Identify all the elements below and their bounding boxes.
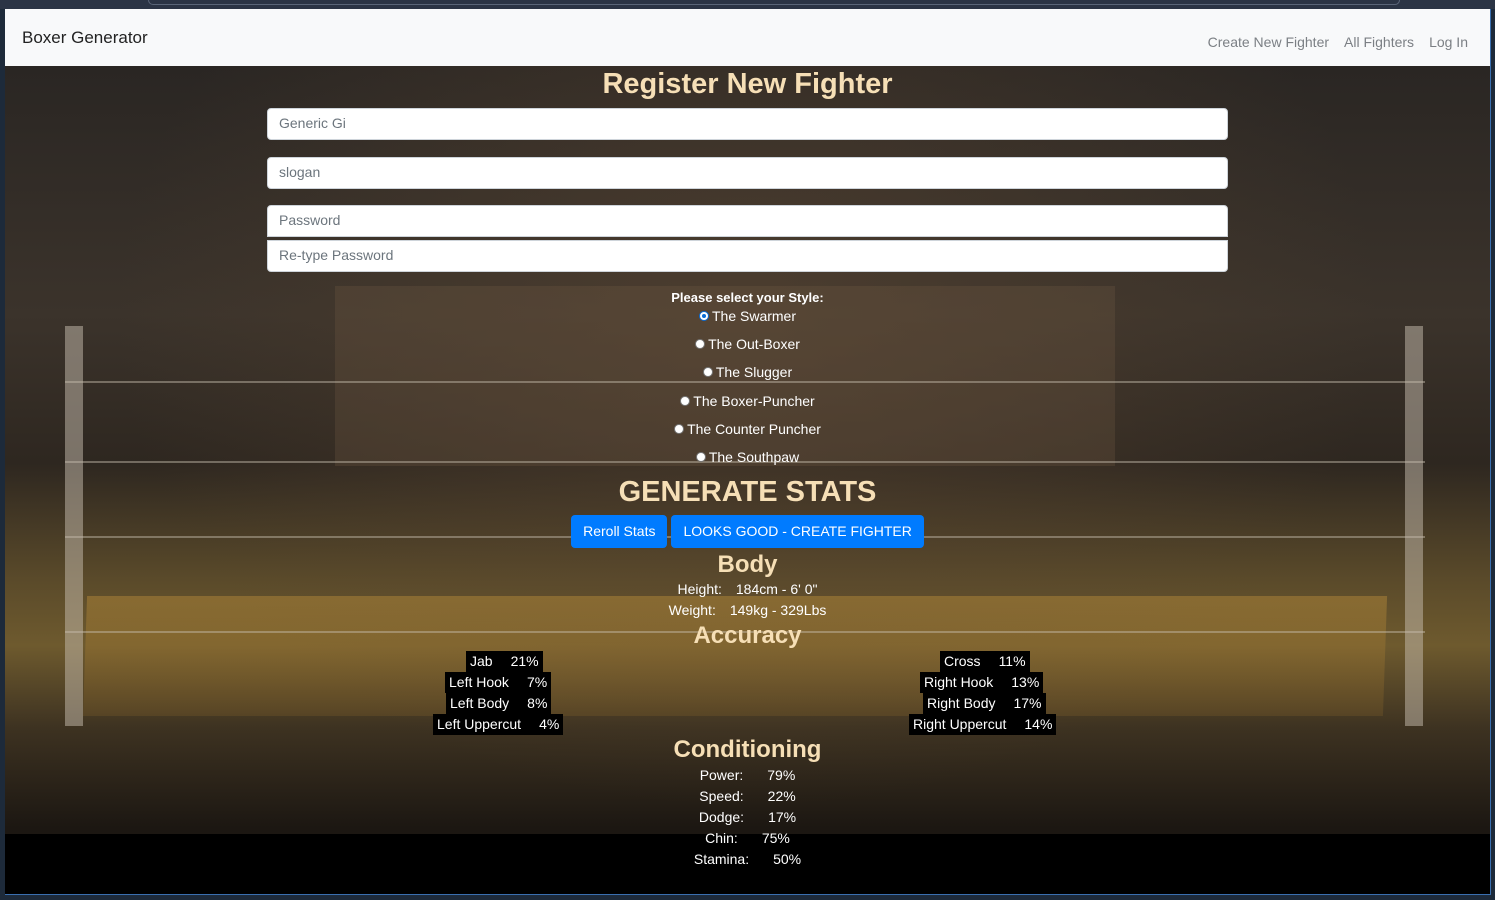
brand-link[interactable]: Boxer Generator	[22, 28, 148, 48]
boxing-ring-background: Register New Fighter Generic Gi slogan P…	[5, 66, 1490, 894]
accuracy-value: 8%	[527, 695, 548, 711]
style-option-slugger[interactable]: The Slugger	[5, 364, 1490, 380]
conditioning-value: 17%	[768, 809, 797, 825]
height-label: Height:	[677, 581, 722, 597]
style-option-swarmer[interactable]: The Swarmer	[5, 308, 1490, 324]
style-option-label: The Southpaw	[708, 449, 800, 465]
conditioning-row: Power: 79%	[5, 767, 1490, 783]
accuracy-title: Accuracy	[693, 622, 802, 649]
navbar: Boxer Generator Create New Fighter All F…	[5, 9, 1490, 66]
reroll-stats-button[interactable]: Reroll Stats	[571, 515, 668, 548]
style-option-counter-puncher[interactable]: The Counter Puncher	[5, 421, 1490, 437]
style-label: Please select your Style:	[671, 290, 824, 305]
conditioning-value: 50%	[773, 851, 802, 867]
height-row: Height: 184cm - 6' 0"	[5, 581, 1490, 597]
style-option-label: The Swarmer	[711, 308, 797, 324]
retype-password-input[interactable]: Re-type Password	[267, 240, 1228, 272]
accuracy-right-row: Cross 11%	[940, 651, 1030, 672]
conditioning-label: Speed:	[699, 788, 744, 804]
password-input[interactable]: Password	[267, 205, 1228, 237]
body-title: Body	[717, 551, 778, 578]
app-window: Boxer Generator Create New Fighter All F…	[5, 9, 1491, 895]
conditioning-row: Chin: 75%	[5, 830, 1490, 846]
nav-create-new-fighter[interactable]: Create New Fighter	[1208, 34, 1329, 50]
address-bar-edge	[148, 0, 1400, 5]
radio-selected-icon[interactable]	[698, 311, 709, 321]
accuracy-label: Cross	[944, 653, 981, 669]
accuracy-label: Left Uppercut	[437, 716, 522, 732]
conditioning-title: Conditioning	[673, 736, 822, 763]
create-fighter-button[interactable]: LOOKS GOOD - CREATE FIGHTER	[671, 515, 924, 548]
weight-label: Weight:	[668, 602, 716, 618]
style-option-label: The Slugger	[715, 364, 793, 380]
accuracy-value: 13%	[1011, 674, 1040, 690]
style-option-label: The Out-Boxer	[708, 336, 800, 352]
accuracy-label: Jab	[470, 653, 493, 669]
accuracy-right-row: Right Hook 13%	[920, 672, 1044, 693]
accuracy-value: 7%	[526, 674, 548, 690]
accuracy-label: Left Body	[450, 695, 510, 711]
accuracy-left-row: Left Hook 7%	[445, 672, 552, 693]
accuracy-label: Right Hook	[924, 674, 994, 690]
accuracy-right-row: Right Uppercut 14%	[909, 714, 1057, 735]
conditioning-row: Speed: 22%	[5, 788, 1490, 804]
radio-icon[interactable]	[680, 396, 691, 406]
accuracy-label: Left Hook	[449, 674, 509, 690]
browser-chrome-top	[0, 0, 1495, 9]
stat-actions: Reroll Stats LOOKS GOOD - CREATE FIGHTER	[5, 515, 1490, 548]
style-option-southpaw[interactable]: The Southpaw	[5, 449, 1490, 465]
radio-icon[interactable]	[695, 452, 706, 462]
style-option-boxer-puncher[interactable]: The Boxer-Puncher	[5, 393, 1490, 409]
accuracy-value: 4%	[539, 716, 560, 732]
accuracy-left-row: Jab 21%	[466, 651, 543, 672]
accuracy-value: 17%	[1013, 695, 1042, 711]
conditioning-row: Dodge: 17%	[5, 809, 1490, 825]
accuracy-right-row: Right Body 17%	[923, 693, 1046, 714]
page-title: Register New Fighter	[602, 68, 893, 100]
conditioning-value: 75%	[761, 830, 790, 846]
conditioning-label: Dodge:	[698, 809, 745, 825]
accuracy-left-row: Left Uppercut 4%	[433, 714, 564, 735]
radio-icon[interactable]	[695, 339, 706, 349]
style-option-label: The Boxer-Puncher	[693, 393, 815, 409]
weight-value: 149kg - 329Lbs	[729, 602, 827, 618]
conditioning-value: 22%	[767, 788, 796, 804]
nav-links: Create New Fighter All Fighters Log In	[1208, 34, 1468, 50]
conditioning-label: Chin:	[705, 830, 738, 846]
conditioning-label: Power:	[699, 767, 744, 783]
radio-icon[interactable]	[674, 424, 685, 434]
accuracy-value: 14%	[1024, 716, 1053, 732]
height-value: 184cm - 6' 0"	[735, 581, 818, 597]
conditioning-row: Stamina: 50%	[5, 851, 1490, 867]
accuracy-label: Right Body	[927, 695, 996, 711]
accuracy-left-row: Left Body 8%	[446, 693, 552, 714]
style-option-label: The Counter Puncher	[687, 421, 821, 437]
accuracy-value: 21%	[510, 653, 539, 669]
slogan-input[interactable]: slogan	[267, 157, 1228, 189]
accuracy-label: Right Uppercut	[913, 716, 1007, 732]
conditioning-value: 79%	[767, 767, 796, 783]
weight-row: Weight: 149kg - 329Lbs	[5, 602, 1490, 618]
fighter-name-input[interactable]: Generic Gi	[267, 108, 1228, 140]
style-option-out-boxer[interactable]: The Out-Boxer	[5, 336, 1490, 352]
conditioning-label: Stamina:	[693, 851, 750, 867]
register-form: Register New Fighter Generic Gi slogan P…	[5, 66, 1490, 894]
radio-icon[interactable]	[702, 367, 713, 377]
generate-stats-title: GENERATE STATS	[618, 476, 877, 508]
nav-log-in[interactable]: Log In	[1429, 34, 1468, 50]
nav-all-fighters[interactable]: All Fighters	[1344, 34, 1414, 50]
accuracy-value: 11%	[998, 653, 1026, 669]
